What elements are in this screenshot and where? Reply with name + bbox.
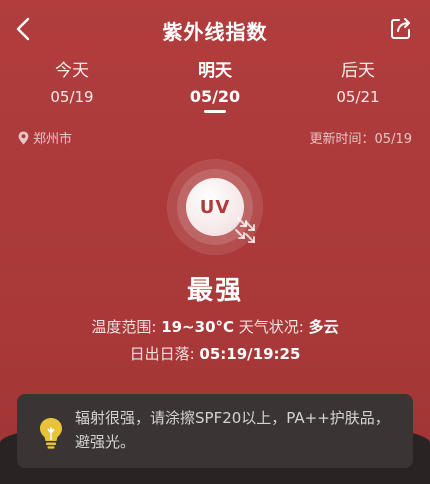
share-icon <box>391 18 410 39</box>
protection-tip-card: 辐射很强，请涂擦SPF20以上，PA++护肤品，避强光。 <box>17 394 413 468</box>
header: 紫外线指数 <box>0 0 430 58</box>
tab-day-after-tomorrow[interactable]: 后天 05/21 <box>318 60 398 108</box>
sunrise-sunset-label: 日出日落: <box>129 345 200 363</box>
update-time: 更新时间：05/19 <box>309 132 412 147</box>
page-title: 紫外线指数 <box>162 20 268 44</box>
weather-condition-label: 天气状况: <box>234 318 309 336</box>
weather-details: 温度范围: 19~30°C 天气状况: 多云 <box>0 316 430 337</box>
tab-label: 今天 <box>55 61 89 81</box>
lightbulb-icon <box>40 418 62 449</box>
location-label: 郑州市 <box>33 132 73 147</box>
tab-date: 05/19 <box>50 88 94 106</box>
tab-today[interactable]: 今天 05/19 <box>32 60 112 108</box>
radiation-arrows-icon <box>235 217 255 243</box>
location[interactable]: 郑州市 <box>18 128 72 147</box>
tip-text: 辐射很强，请涂擦SPF20以上，PA++护肤品，避强光。 <box>75 409 390 451</box>
tab-label: 后天 <box>341 61 375 81</box>
info-row: 郑州市 更新时间：05/19 <box>18 126 412 147</box>
location-pin-icon <box>18 131 29 144</box>
uv-level: 最强 <box>186 276 243 306</box>
tab-tomorrow[interactable]: 明天 05/20 <box>175 60 255 113</box>
uv-badge-label: UV <box>199 196 231 218</box>
weather-condition-value: 多云 <box>308 318 339 336</box>
uv-indicator: UV <box>168 160 262 254</box>
temp-range-label: 温度范围: <box>91 318 162 336</box>
day-tabs: 今天 05/19 明天 05/20 后天 05/21 <box>0 60 430 116</box>
sun-times: 日出日落: 05:19/19:25 <box>0 343 430 364</box>
share-button[interactable] <box>390 16 412 40</box>
active-tab-indicator <box>204 110 226 113</box>
tab-label: 明天 <box>198 61 232 81</box>
temp-range-value: 19~30°C <box>161 318 235 336</box>
sunrise-sunset-value: 05:19/19:25 <box>199 345 301 363</box>
tab-date: 05/21 <box>336 88 380 106</box>
uv-index-screen: 紫外线指数 今天 05/19 明天 05/20 后天 05/21 郑州市 更新时… <box>0 0 430 484</box>
tab-date: 05/20 <box>189 87 241 106</box>
